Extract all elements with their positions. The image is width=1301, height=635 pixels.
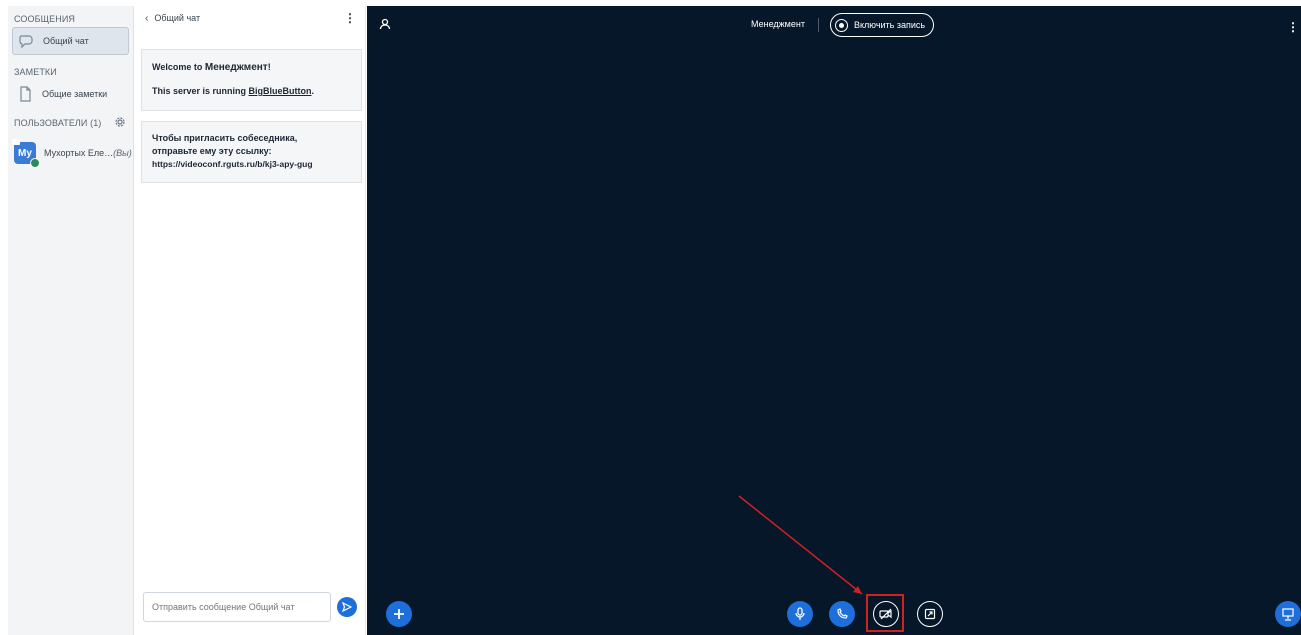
voice-status-icon — [30, 158, 40, 168]
plus-icon — [394, 609, 404, 619]
options-kebab-icon[interactable]: ⋮ — [1287, 20, 1299, 34]
invite-message: Чтобы пригласить собеседника, отправьте … — [141, 121, 362, 183]
notes-section-title: ЗАМЕТКИ — [14, 67, 57, 77]
send-button[interactable] — [337, 597, 357, 617]
send-icon — [342, 602, 352, 612]
start-recording-button[interactable]: Включить запись — [830, 13, 935, 37]
chat-input-row — [143, 591, 363, 623]
annotation-highlight-box — [866, 594, 904, 632]
user-role: (Вы) — [113, 148, 132, 158]
invite-link[interactable]: https://videoconf.rguts.ru/b/kj3-apy-gug — [152, 158, 351, 171]
chat-icon — [17, 32, 35, 50]
webcam-indicator-icon — [12, 139, 20, 145]
chat-panel: ‹ Общий чат ⋮ Welcome to Менеджмент! Thi… — [135, 6, 366, 635]
user-list-panel: СООБЩЕНИЯ Общий чат ЗАМЕТКИ Общие заметк… — [8, 6, 134, 635]
screenshare-icon — [924, 608, 936, 620]
notes-icon — [16, 85, 34, 103]
presentation-stage: Менеджмент Включить запись ⋮ — [367, 6, 1301, 635]
actions-plus-button[interactable] — [386, 601, 412, 627]
chevron-left-icon: ‹ — [145, 12, 149, 24]
presentation-icon — [1282, 608, 1294, 621]
public-chat-label: Общий чат — [43, 36, 89, 46]
shared-notes-label: Общие заметки — [42, 89, 108, 99]
phone-icon — [837, 608, 848, 619]
messages-section-title: СООБЩЕНИЯ — [14, 14, 76, 24]
shared-notes-item[interactable]: Общие заметки — [12, 80, 129, 108]
toggle-userlist-icon[interactable] — [379, 17, 393, 31]
chat-title: Общий чат — [154, 13, 201, 23]
title-divider — [818, 18, 819, 32]
avatar-initials: My — [18, 147, 32, 159]
chat-header: ‹ Общий чат ⋮ — [135, 6, 365, 30]
welcome-message: Welcome to Менеджмент! This server is ru… — [141, 49, 362, 111]
settings-gear-icon[interactable] — [115, 114, 125, 132]
annotation-arrow — [738, 495, 863, 595]
user-list-item[interactable]: My Мухортых Еле…(Вы) — [12, 138, 133, 168]
bigbluebutton-app: СООБЩЕНИЯ Общий чат ЗАМЕТКИ Общие заметк… — [0, 0, 1301, 635]
record-label: Включить запись — [854, 20, 926, 30]
record-icon — [835, 18, 848, 32]
chat-message-input[interactable] — [143, 592, 331, 622]
chat-back-button[interactable]: ‹ Общий чат — [145, 13, 200, 24]
user-name: Мухортых Еле…(Вы) — [44, 148, 132, 158]
user-avatar: My — [12, 139, 40, 168]
bigbluebutton-link[interactable]: BigBlueButton — [249, 86, 312, 96]
chat-options-kebab-icon[interactable]: ⋮ — [344, 11, 356, 25]
public-chat-item[interactable]: Общий чат — [12, 27, 129, 55]
meeting-title: Менеджмент — [751, 19, 805, 29]
microphone-icon — [795, 607, 805, 620]
leave-audio-button[interactable] — [829, 601, 855, 627]
screenshare-button[interactable] — [917, 601, 943, 627]
mute-button[interactable] — [787, 601, 813, 627]
restore-presentation-button[interactable] — [1275, 601, 1301, 627]
nav-bar: Менеджмент Включить запись ⋮ — [367, 6, 1301, 46]
users-section-title: ПОЛЬЗОВАТЕЛИ (1) — [14, 118, 102, 128]
